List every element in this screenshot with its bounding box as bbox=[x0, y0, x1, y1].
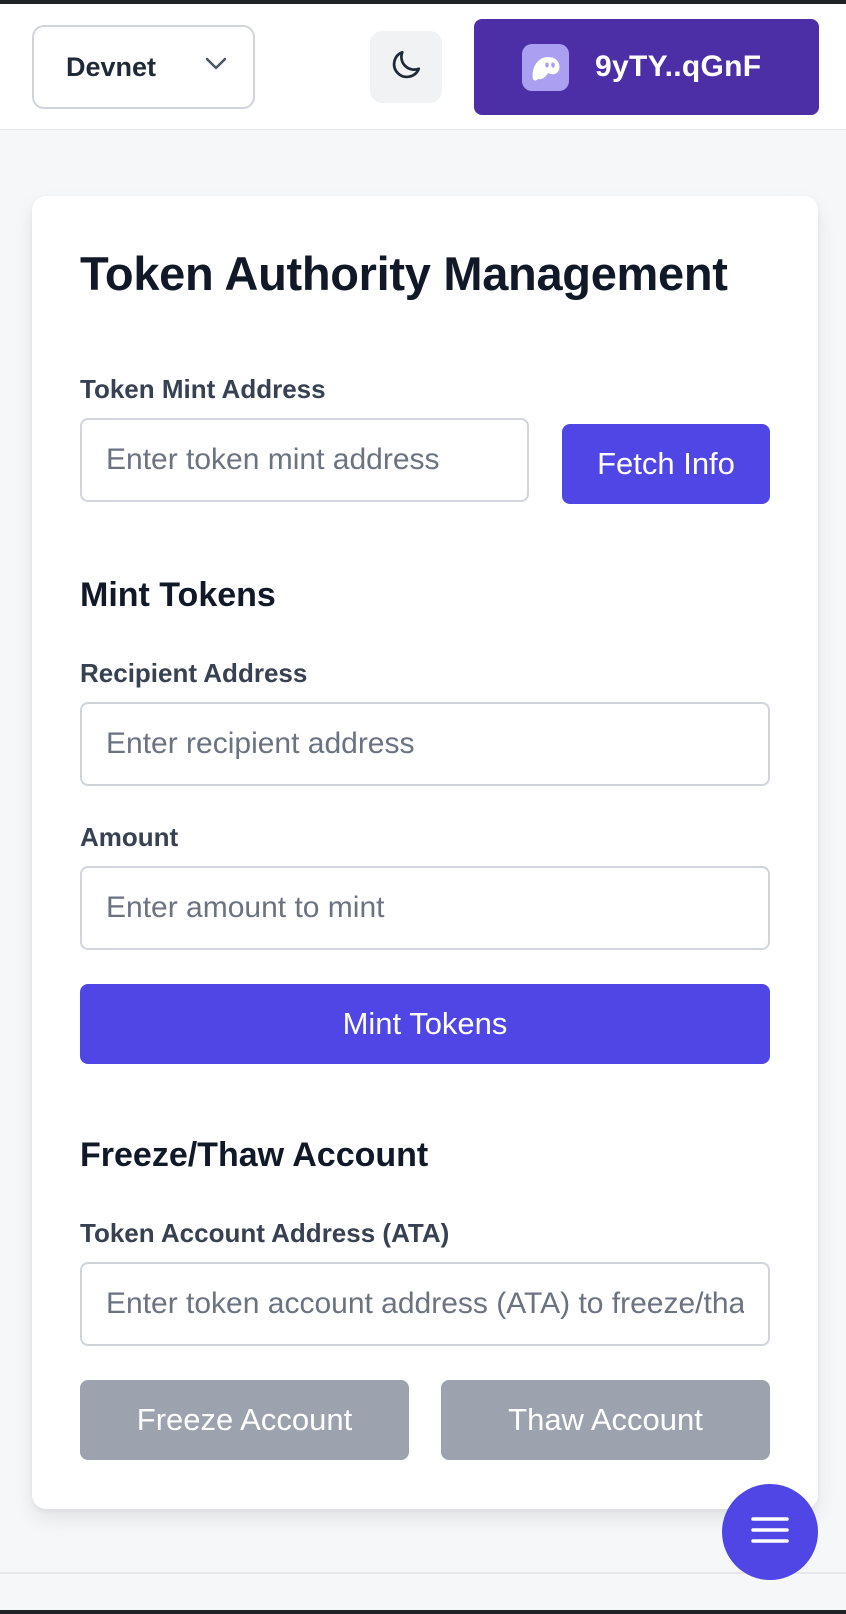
freeze-account-button[interactable]: Freeze Account bbox=[80, 1380, 409, 1460]
mint-tokens-button[interactable]: Mint Tokens bbox=[80, 984, 770, 1064]
theme-toggle-button[interactable] bbox=[370, 31, 442, 103]
amount-label: Amount bbox=[80, 822, 179, 852]
page-title: Token Authority Management bbox=[80, 247, 728, 300]
network-select[interactable]: Devnet bbox=[32, 25, 255, 109]
network-select-value: Devnet bbox=[66, 51, 157, 82]
phantom-ghost-icon bbox=[522, 44, 569, 91]
mint-address-label: Token Mint Address bbox=[80, 374, 326, 404]
mint-tokens-title: Mint Tokens bbox=[80, 576, 276, 614]
app-header: Devnet 9yTY..qGnF bbox=[0, 4, 846, 130]
menu-fab-button[interactable] bbox=[722, 1484, 818, 1580]
ata-label: Token Account Address (ATA) bbox=[80, 1218, 450, 1248]
mint-address-input[interactable] bbox=[80, 418, 529, 502]
moon-icon bbox=[388, 47, 424, 88]
wallet-address: 9yTY..qGnF bbox=[595, 50, 762, 83]
menu-icon bbox=[750, 1514, 790, 1551]
thaw-account-button[interactable]: Thaw Account bbox=[441, 1380, 770, 1460]
recipient-address-label: Recipient Address bbox=[80, 658, 308, 688]
footer-divider bbox=[0, 1572, 846, 1574]
amount-input[interactable] bbox=[80, 866, 770, 950]
freeze-thaw-title: Freeze/Thaw Account bbox=[80, 1136, 429, 1174]
wallet-button[interactable]: 9yTY..qGnF bbox=[474, 19, 819, 115]
ata-input[interactable] bbox=[80, 1262, 770, 1346]
token-authority-card: Token Authority Management Token Mint Ad… bbox=[32, 196, 818, 1509]
fetch-info-button[interactable]: Fetch Info bbox=[562, 424, 770, 504]
bottom-border bbox=[0, 1610, 846, 1614]
chevron-down-icon bbox=[205, 57, 227, 76]
recipient-address-input[interactable] bbox=[80, 702, 770, 786]
